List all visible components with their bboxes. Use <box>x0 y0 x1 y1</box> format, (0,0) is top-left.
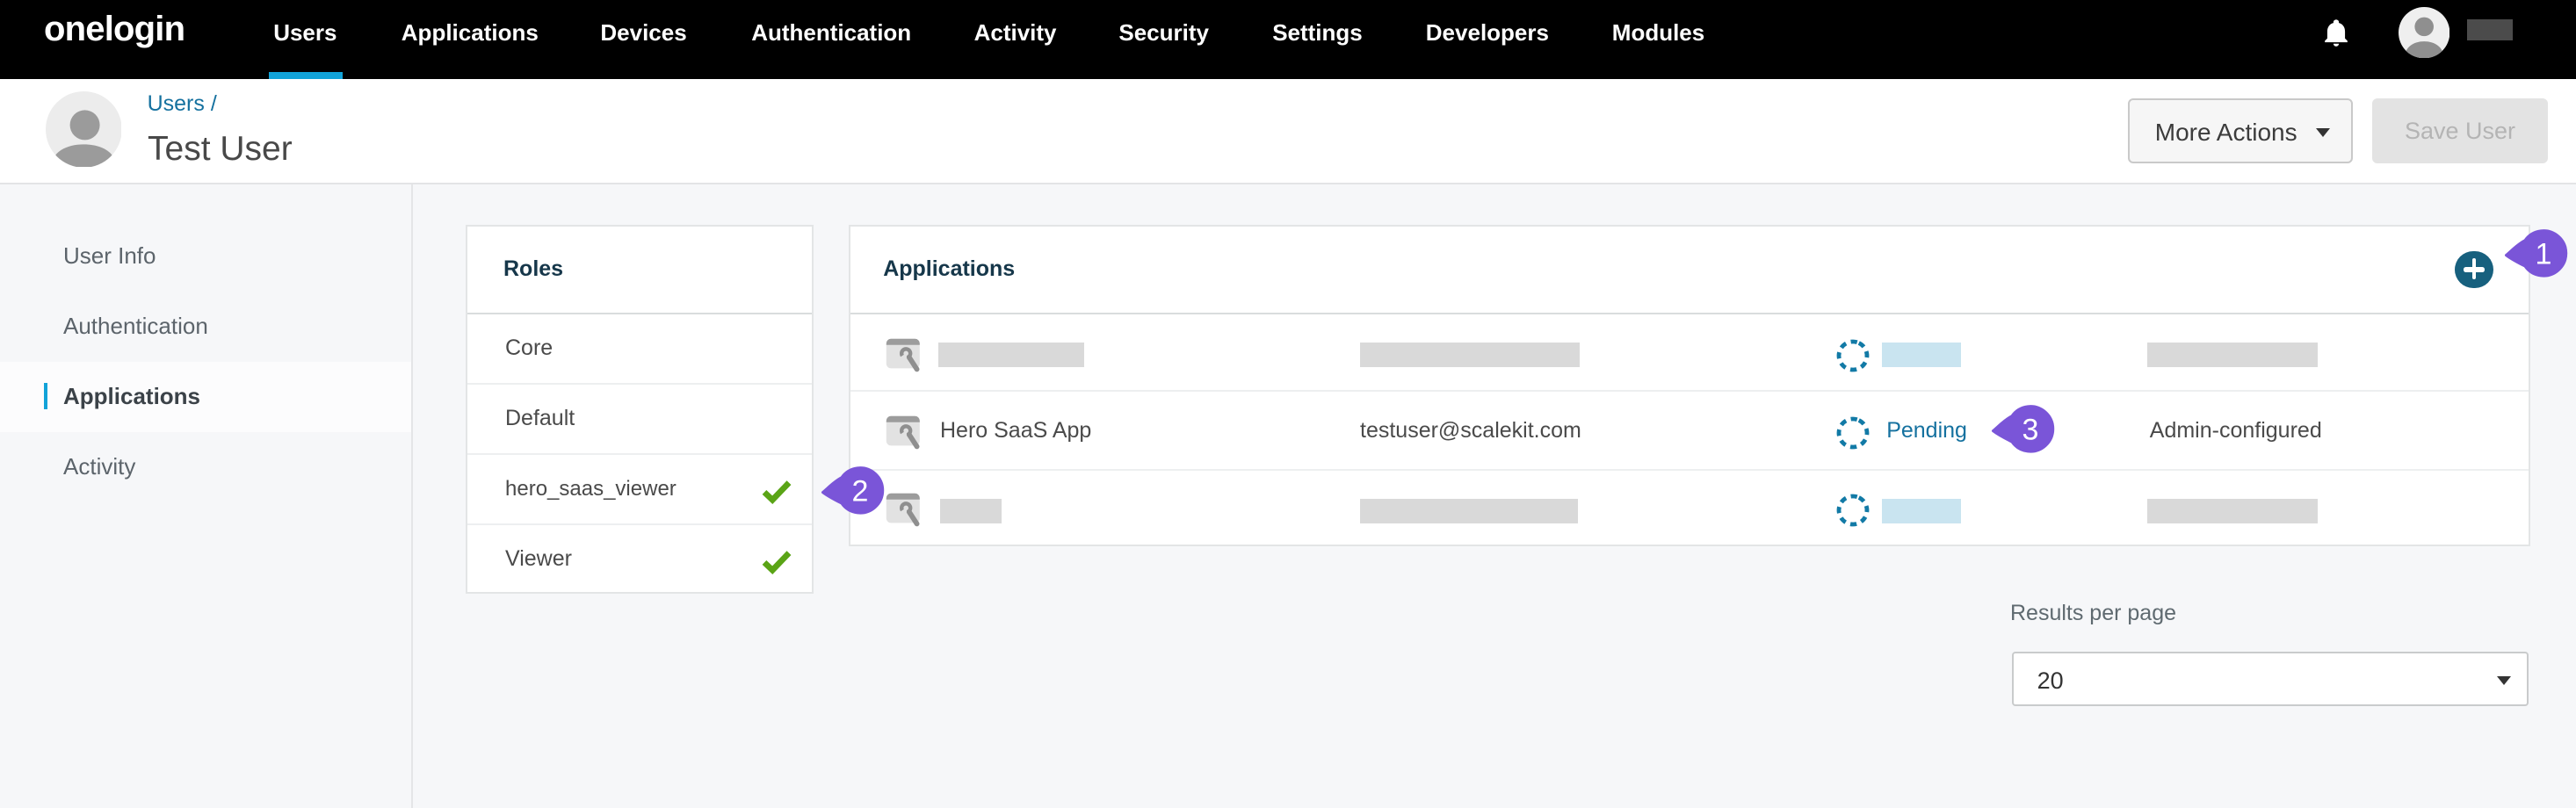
svg-text:3: 3 <box>2022 413 2038 446</box>
svg-text:2: 2 <box>852 475 869 509</box>
svg-text:1: 1 <box>2536 237 2552 271</box>
